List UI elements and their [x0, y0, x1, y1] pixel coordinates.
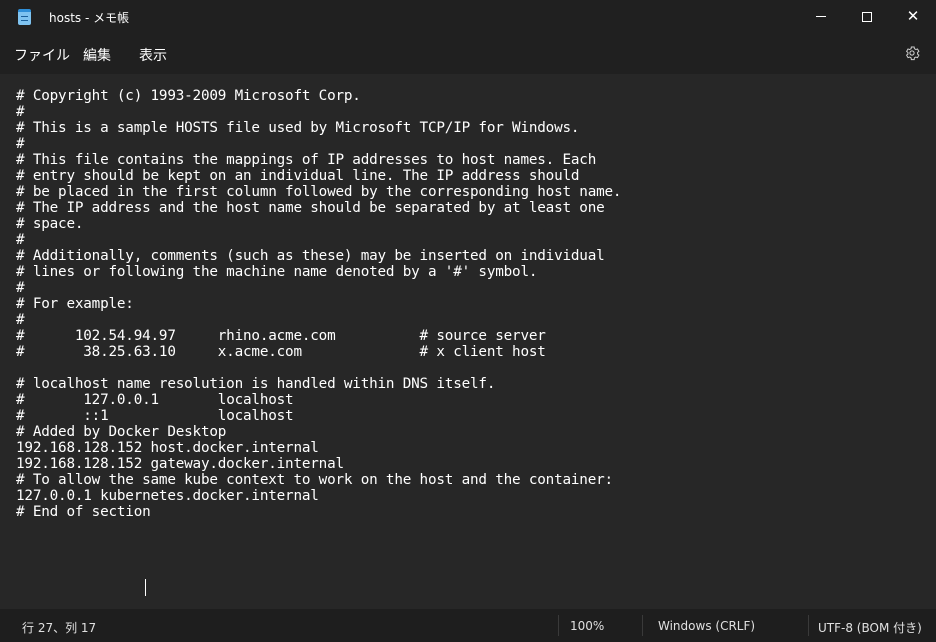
window-title: hosts - メモ帳	[49, 11, 130, 25]
maximize-icon	[862, 11, 872, 22]
line-ending[interactable]: Windows (CRLF)	[658, 619, 755, 633]
gear-icon[interactable]	[903, 44, 921, 62]
minimize-icon	[816, 16, 826, 17]
status-divider	[808, 615, 809, 636]
menu-file[interactable]: ファイル	[14, 45, 70, 65]
minimize-button[interactable]	[798, 0, 844, 33]
text-caret	[145, 579, 146, 596]
encoding[interactable]: UTF-8 (BOM 付き)	[818, 619, 922, 636]
close-icon: ✕	[906, 7, 920, 25]
menu-edit[interactable]: 編集	[83, 45, 111, 65]
status-bar: 行 27、列 17 100% Windows (CRLF) UTF-8 (BOM…	[0, 609, 936, 642]
editor-content[interactable]: # Copyright (c) 1993-2009 Microsoft Corp…	[16, 88, 622, 520]
status-divider	[558, 615, 559, 636]
close-button[interactable]: ✕	[890, 0, 936, 33]
notepad-window: hosts - メモ帳 ✕ ファイル 編集 表示 # Copyright (c)…	[0, 0, 936, 642]
status-divider	[642, 615, 643, 636]
notepad-icon	[18, 9, 31, 25]
text-editor[interactable]: # Copyright (c) 1993-2009 Microsoft Corp…	[0, 74, 936, 609]
zoom-level[interactable]: 100%	[570, 619, 604, 633]
cursor-position: 行 27、列 17	[22, 621, 97, 635]
menu-bar: ファイル 編集 表示	[0, 33, 936, 74]
title-bar[interactable]: hosts - メモ帳 ✕	[0, 0, 936, 33]
maximize-button[interactable]	[844, 0, 890, 33]
menu-view[interactable]: 表示	[139, 45, 167, 65]
